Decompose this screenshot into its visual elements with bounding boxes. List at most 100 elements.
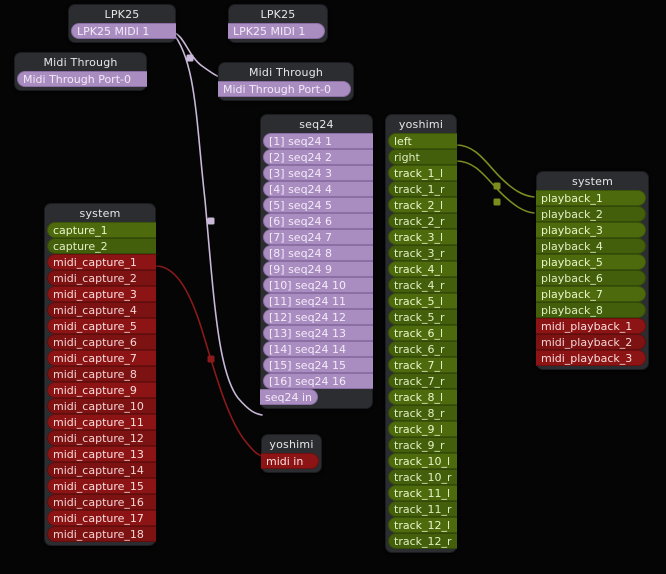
port-playback-3[interactable]: playback_3 xyxy=(536,222,646,238)
port-track-3-l[interactable]: track_3_l xyxy=(388,229,457,245)
port-playback-2[interactable]: playback_2 xyxy=(536,206,646,222)
port-midi-capture-13[interactable]: midi_capture_13 xyxy=(47,446,156,462)
port-midi-capture-12[interactable]: midi_capture_12 xyxy=(47,430,156,446)
connection-handle[interactable] xyxy=(186,54,194,62)
port-3-seq24-3[interactable]: [3] seq24 3 xyxy=(263,165,373,181)
port-9-seq24-9[interactable]: [9] seq24 9 xyxy=(263,261,373,277)
wire-midicapture1-to-yoshimi-midiin[interactable] xyxy=(155,265,263,457)
port-track-1-r[interactable]: track_1_r xyxy=(388,181,457,197)
port-midi-playback-2[interactable]: midi_playback_2 xyxy=(536,334,646,350)
port-track-10-r[interactable]: track_10_r xyxy=(388,469,457,485)
port-midi-capture-4[interactable]: midi_capture_4 xyxy=(47,302,156,318)
port-midi-capture-9[interactable]: midi_capture_9 xyxy=(47,382,156,398)
port-16-seq24-16[interactable]: [16] seq24 16 xyxy=(263,373,373,389)
port-right[interactable]: right xyxy=(388,149,457,165)
wire-yoshimi-right-to-playback2[interactable] xyxy=(455,160,535,214)
port-track-12-r[interactable]: track_12_r xyxy=(388,533,457,549)
port-11-seq24-11[interactable]: [11] seq24 11 xyxy=(263,293,373,309)
port-5-seq24-5[interactable]: [5] seq24 5 xyxy=(263,197,373,213)
port-playback-8[interactable]: playback_8 xyxy=(536,302,646,318)
port-track-2-r[interactable]: track_2_r xyxy=(388,213,457,229)
client-box-system-playback[interactable]: system playback_1 playback_2 playback_3 play… xyxy=(536,171,649,370)
port-midi-playback-1[interactable]: midi_playback_1 xyxy=(536,318,646,334)
port-seq24-in[interactable]: seq24 in xyxy=(260,389,318,405)
port-track-4-r[interactable]: track_4_r xyxy=(388,277,457,293)
port-track-7-l[interactable]: track_7_l xyxy=(388,357,457,373)
client-box-seq24[interactable]: seq24 [1] seq24 1 [2] seq24 2 [3] seq24 3 [4… xyxy=(260,114,373,409)
client-box-midi-through-output[interactable]: Midi Through Midi Through Port-0 xyxy=(14,52,147,91)
port-2-seq24-2[interactable]: [2] seq24 2 xyxy=(263,149,373,165)
port-track-4-l[interactable]: track_4_l xyxy=(388,261,457,277)
port-track-9-l[interactable]: track_9_l xyxy=(388,421,457,437)
port-lpk25-midi-1[interactable]: LPK25 MIDI 1 xyxy=(228,23,325,39)
port-midi-capture-2[interactable]: midi_capture_2 xyxy=(47,270,156,286)
port-track-5-r[interactable]: track_5_r xyxy=(388,309,457,325)
port-10-seq24-10[interactable]: [10] seq24 10 xyxy=(263,277,373,293)
port-track-3-r[interactable]: track_3_r xyxy=(388,245,457,261)
port-midi-through-port-0[interactable]: Midi Through Port-0 xyxy=(218,81,351,97)
port-track-2-l[interactable]: track_2_l xyxy=(388,197,457,213)
port-track-7-r[interactable]: track_7_r xyxy=(388,373,457,389)
connection-handle[interactable] xyxy=(493,198,501,206)
port-midi-capture-18[interactable]: midi_capture_18 xyxy=(47,526,156,542)
client-box-lpk25-output[interactable]: LPK25 LPK25 MIDI 1 xyxy=(68,4,176,43)
port-midi-capture-5[interactable]: midi_capture_5 xyxy=(47,318,156,334)
port-14-seq24-14[interactable]: [14] seq24 14 xyxy=(263,341,373,357)
port-playback-5[interactable]: playback_5 xyxy=(536,254,646,270)
connection-line[interactable] xyxy=(171,31,223,79)
connection-handle[interactable] xyxy=(493,182,501,190)
port-capture-2[interactable]: capture_2 xyxy=(47,238,156,254)
wire-lpk25-to-midithrough[interactable] xyxy=(171,31,223,79)
port-midi-capture-16[interactable]: midi_capture_16 xyxy=(47,494,156,510)
port-track-11-r[interactable]: track_11_r xyxy=(388,501,457,517)
port-midi-capture-15[interactable]: midi_capture_15 xyxy=(47,478,156,494)
port-midi-capture-6[interactable]: midi_capture_6 xyxy=(47,334,156,350)
port-playback-1[interactable]: playback_1 xyxy=(536,190,646,206)
wire-yoshimi-left-to-playback1[interactable] xyxy=(455,144,535,198)
port-midi-in[interactable]: midi in xyxy=(261,453,319,469)
patchbay-canvas[interactable]: LPK25 LPK25 MIDI 1 Midi Through Midi Throug… xyxy=(0,0,666,574)
connection-handle[interactable] xyxy=(207,217,215,225)
port-midi-capture-10[interactable]: midi_capture_10 xyxy=(47,398,156,414)
port-midi-playback-3[interactable]: midi_playback_3 xyxy=(536,350,646,366)
port-playback-6[interactable]: playback_6 xyxy=(536,270,646,286)
connection-line[interactable] xyxy=(455,144,535,198)
port-track-9-r[interactable]: track_9_r xyxy=(388,437,457,453)
port-track-1-l[interactable]: track_1_l xyxy=(388,165,457,181)
port-midi-capture-8[interactable]: midi_capture_8 xyxy=(47,366,156,382)
port-15-seq24-15[interactable]: [15] seq24 15 xyxy=(263,357,373,373)
port-lpk25-midi-1[interactable]: LPK25 MIDI 1 xyxy=(71,23,176,39)
connection-line[interactable] xyxy=(455,160,535,214)
port-capture-1[interactable]: capture_1 xyxy=(47,222,156,238)
port-midi-capture-1[interactable]: midi_capture_1 xyxy=(47,254,156,270)
port-midi-capture-14[interactable]: midi_capture_14 xyxy=(47,462,156,478)
port-midi-capture-3[interactable]: midi_capture_3 xyxy=(47,286,156,302)
port-6-seq24-6[interactable]: [6] seq24 6 xyxy=(263,213,373,229)
port-track-8-l[interactable]: track_8_l xyxy=(388,389,457,405)
connection-handle[interactable] xyxy=(207,355,215,363)
port-track-12-l[interactable]: track_12_l xyxy=(388,517,457,533)
port-midi-capture-17[interactable]: midi_capture_17 xyxy=(47,510,156,526)
client-box-yoshimi-midi-input[interactable]: yoshimi midi in xyxy=(261,434,322,473)
client-box-midi-through-input[interactable]: Midi Through Midi Through Port-0 xyxy=(218,62,354,101)
port-13-seq24-13[interactable]: [13] seq24 13 xyxy=(263,325,373,341)
port-1-seq24-1[interactable]: [1] seq24 1 xyxy=(263,133,373,149)
port-playback-7[interactable]: playback_7 xyxy=(536,286,646,302)
port-8-seq24-8[interactable]: [8] seq24 8 xyxy=(263,245,373,261)
port-track-11-l[interactable]: track_11_l xyxy=(388,485,457,501)
client-box-lpk25-input[interactable]: LPK25 LPK25 MIDI 1 xyxy=(228,4,328,43)
port-midi-capture-11[interactable]: midi_capture_11 xyxy=(47,414,156,430)
port-4-seq24-4[interactable]: [4] seq24 4 xyxy=(263,181,373,197)
port-track-10-l[interactable]: track_10_l xyxy=(388,453,457,469)
port-track-5-l[interactable]: track_5_l xyxy=(388,293,457,309)
port-playback-4[interactable]: playback_4 xyxy=(536,238,646,254)
client-box-system-capture[interactable]: system capture_1 capture_2 midi_capture_1 mi… xyxy=(44,203,156,546)
port-left[interactable]: left xyxy=(388,133,457,149)
port-midi-through-port-0[interactable]: Midi Through Port-0 xyxy=(17,71,147,87)
port-12-seq24-12[interactable]: [12] seq24 12 xyxy=(263,309,373,325)
connection-line[interactable] xyxy=(155,265,263,457)
client-box-yoshimi-audio-output[interactable]: yoshimi left right track_1_l track_1_r track_… xyxy=(385,114,457,553)
port-track-8-r[interactable]: track_8_r xyxy=(388,405,457,421)
port-track-6-r[interactable]: track_6_r xyxy=(388,341,457,357)
port-midi-capture-7[interactable]: midi_capture_7 xyxy=(47,350,156,366)
